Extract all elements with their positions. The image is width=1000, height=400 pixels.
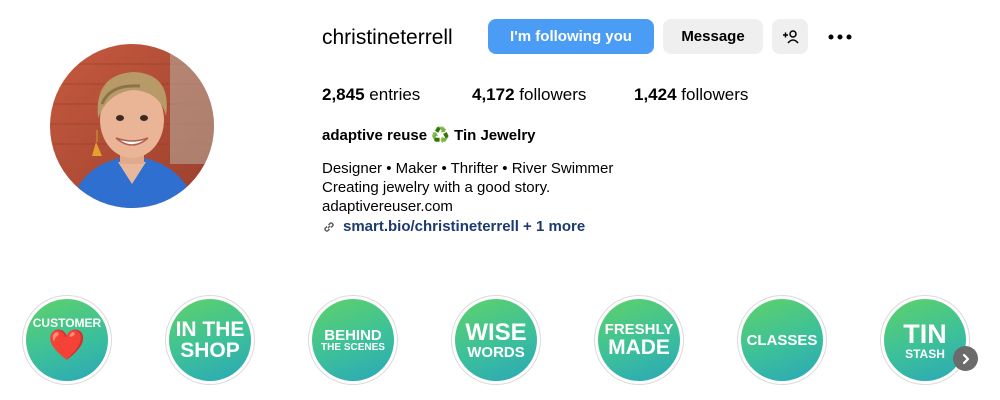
stat-value: 1,424 — [634, 85, 677, 104]
highlight-title: THE SCENES — [321, 341, 385, 353]
more-options-button[interactable] — [826, 26, 854, 48]
add-user-icon — [783, 29, 799, 44]
highlight-wise-words[interactable]: WISE WORDS — [451, 295, 541, 385]
highlight-title: STASH — [905, 346, 945, 361]
stat-following[interactable]: 1,424 followers — [634, 84, 748, 106]
chevron-right-icon — [962, 353, 969, 364]
bio-line: Designer • Maker • Thrifter • River Swim… — [322, 160, 614, 177]
highlight-title: IN THE — [175, 318, 245, 341]
highlight-title: WORDS — [467, 343, 525, 361]
highlight-title: BEHIND — [324, 326, 382, 344]
highlight-cover: BEHIND THE SCENES — [312, 299, 394, 381]
highlight-title: CUSTOMER — [32, 316, 102, 330]
highlight-cover: CUSTOMER ❤️ — [26, 299, 108, 381]
highlight-tin-stash[interactable]: TIN STASH — [880, 295, 970, 385]
following-button[interactable]: I'm following you — [488, 19, 654, 54]
stat-label: followers — [519, 85, 587, 104]
stat-value: 4,172 — [472, 85, 515, 104]
stat-followers[interactable]: 4,172 followers — [472, 84, 586, 106]
profile-avatar[interactable] — [50, 44, 214, 208]
highlight-title: TIN — [903, 318, 947, 349]
highlight-title: SHOP — [180, 339, 240, 362]
highlight-behind-the-scenes[interactable]: BEHIND THE SCENES — [308, 295, 398, 385]
highlight-title: FRESHLY — [604, 321, 674, 338]
link-icon — [322, 220, 336, 234]
highlight-customer[interactable]: CUSTOMER ❤️ — [22, 295, 112, 385]
highlight-cover: IN THE SHOP — [169, 299, 251, 381]
highlight-title: CLASSES — [746, 331, 818, 349]
add-user-button[interactable] — [772, 19, 808, 54]
profile-full-name: adaptive reuse ♻️ Tin Jewelry — [322, 127, 536, 144]
highlight-title: WISE — [465, 318, 527, 346]
highlights-next-button[interactable] — [953, 346, 978, 371]
highlight-cover: WISE WORDS — [455, 299, 537, 381]
bio-link-text: smart.bio/christineterrell + 1 more — [343, 218, 586, 235]
message-button[interactable]: Message — [663, 19, 763, 54]
bio-line: Creating jewelry with a good story. — [322, 179, 551, 196]
stat-label: followers — [681, 85, 749, 104]
stat-entries[interactable]: 2,845 entries — [322, 84, 420, 106]
highlight-cover: FRESHLY MADE — [598, 299, 680, 381]
highlight-in-the-shop[interactable]: IN THE SHOP — [165, 295, 255, 385]
highlight-freshly-made[interactable]: FRESHLY MADE — [594, 295, 684, 385]
highlight-classes[interactable]: CLASSES — [737, 295, 827, 385]
highlight-cover: CLASSES — [741, 299, 823, 381]
heart-icon: ❤️ — [48, 329, 86, 362]
bio-link[interactable]: smart.bio/christineterrell + 1 more — [322, 217, 585, 237]
username: christineterrell — [322, 26, 453, 49]
bio-website[interactable]: adaptivereuser.com — [322, 197, 453, 216]
highlight-title: MADE — [608, 336, 670, 359]
highlight-cover: TIN STASH — [884, 299, 966, 381]
stat-label: entries — [369, 85, 421, 104]
stat-value: 2,845 — [322, 85, 365, 104]
more-options-icon — [828, 34, 852, 40]
